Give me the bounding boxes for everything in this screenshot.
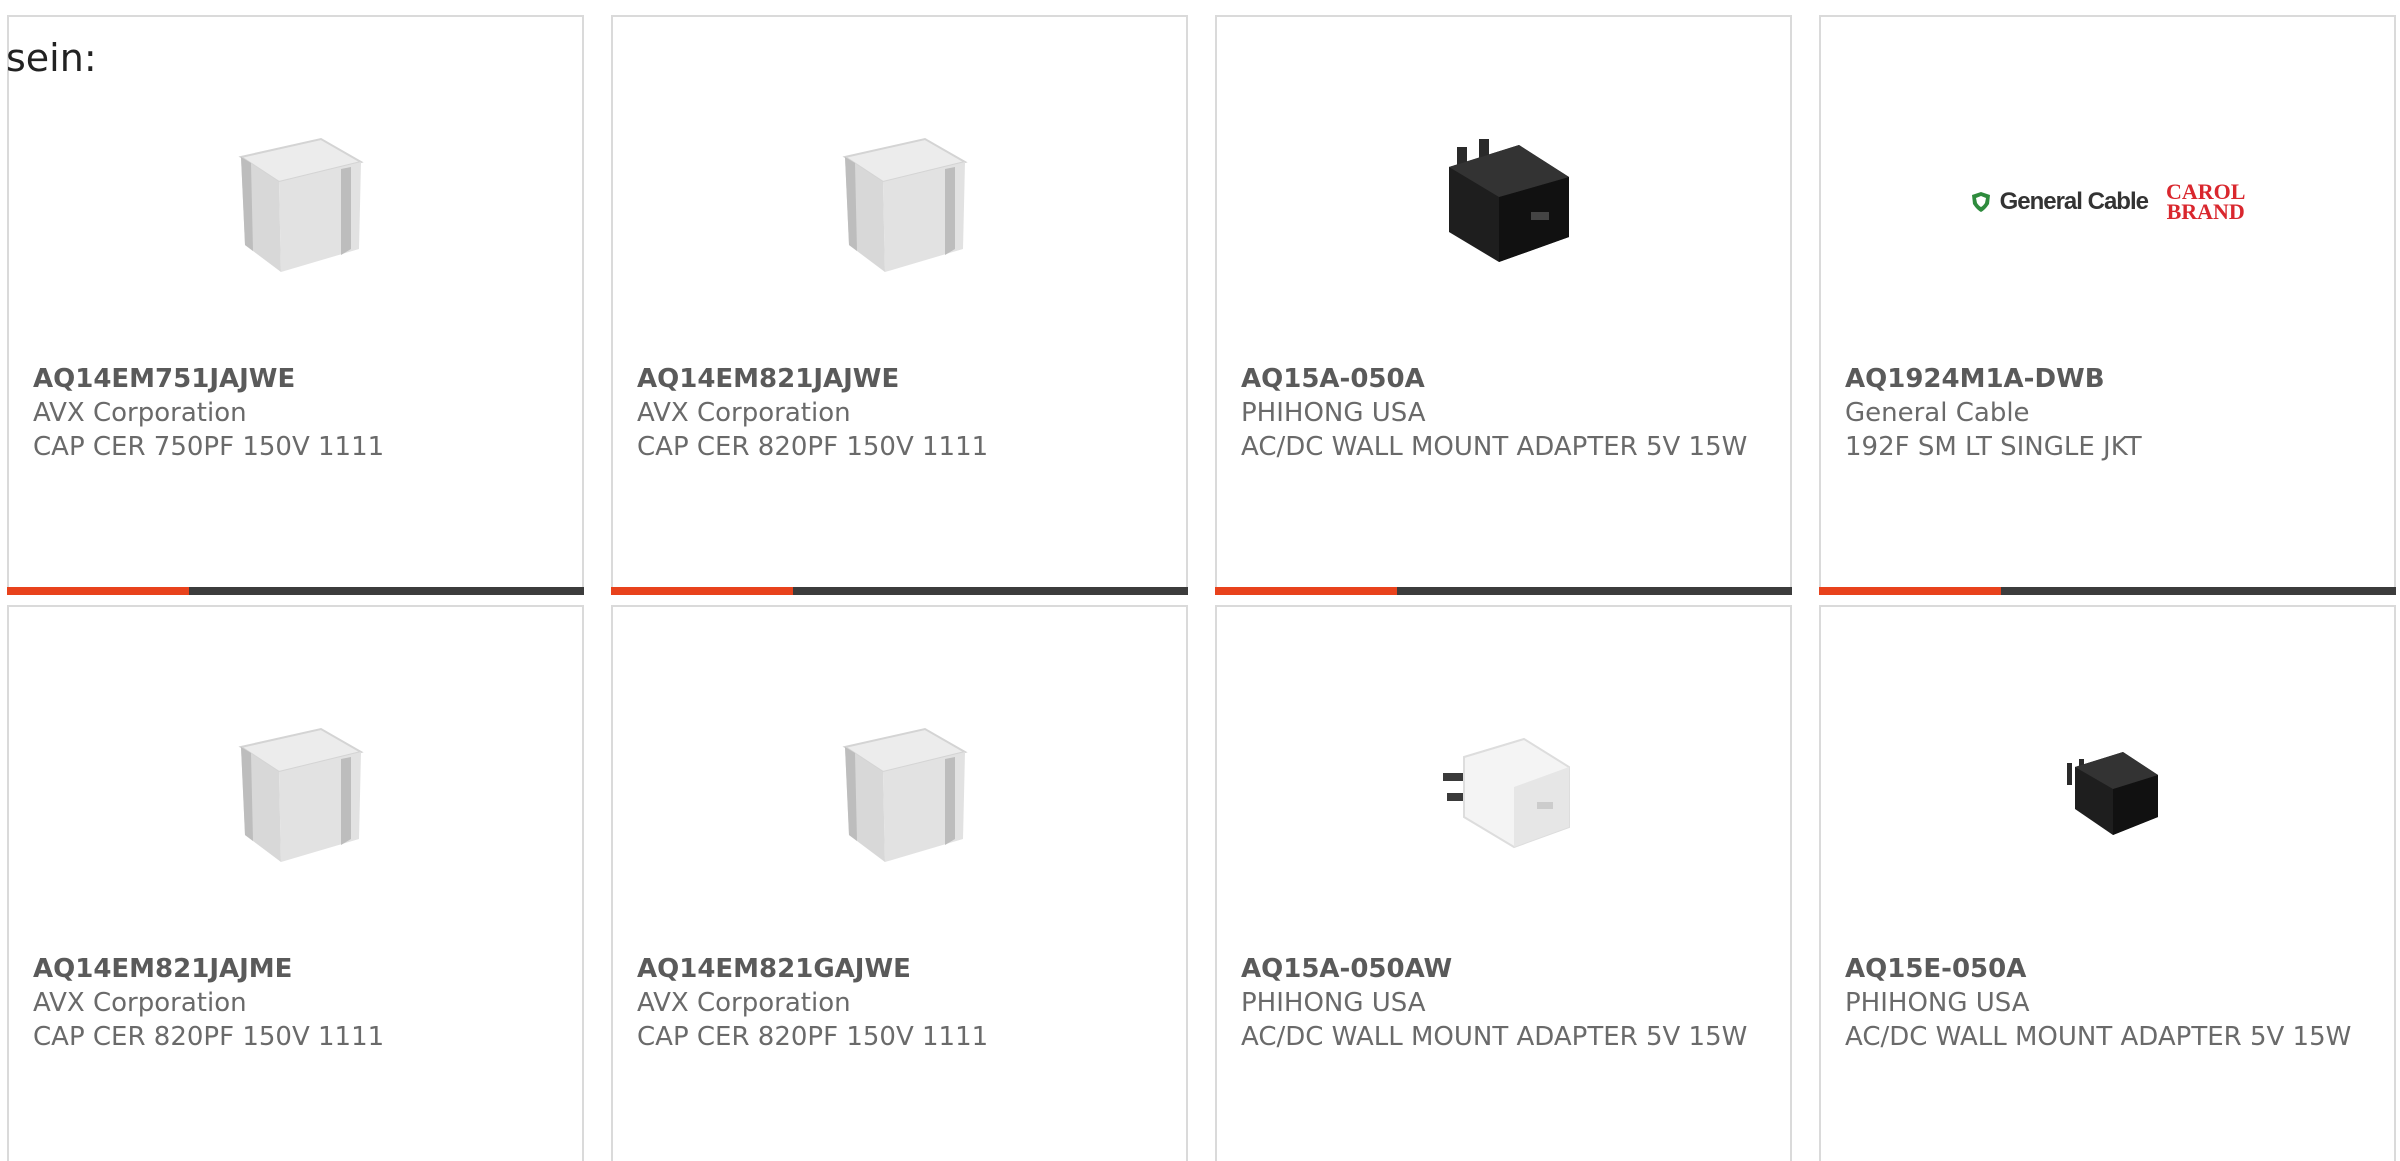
description: AC/DC WALL MOUNT ADAPTER 5V 15W bbox=[1845, 1022, 2352, 1052]
product-card[interactable]: General Cable CAROL BRAND AQ1924M1A-DWB … bbox=[1819, 15, 2396, 595]
part-number[interactable]: AQ14EM751JAJWE bbox=[33, 362, 553, 396]
ceramic-capacitor-image bbox=[9, 697, 582, 887]
description: CAP CER 820PF 150V 1111 bbox=[637, 1022, 989, 1052]
black-us-adapter-image bbox=[1217, 107, 1790, 297]
manufacturer: PHIHONG USA bbox=[1241, 398, 1426, 428]
card-bottom-bar bbox=[1819, 587, 2396, 595]
part-number[interactable]: AQ15A-050A bbox=[1241, 362, 1761, 396]
card-bottom-accent bbox=[1215, 587, 1397, 595]
part-number[interactable]: AQ15A-050AW bbox=[1241, 952, 1761, 986]
manufacturer: AVX Corporation bbox=[33, 398, 247, 428]
manufacturer: PHIHONG USA bbox=[1845, 988, 2030, 1018]
description: 192F SM LT SINGLE JKT bbox=[1845, 432, 2142, 462]
part-number[interactable]: AQ15E-050A bbox=[1845, 952, 2365, 986]
manufacturer: AVX Corporation bbox=[637, 988, 851, 1018]
part-number[interactable]: AQ14EM821GAJWE bbox=[637, 952, 1157, 986]
ceramic-capacitor-image bbox=[613, 697, 1186, 887]
manufacturer: AVX Corporation bbox=[33, 988, 247, 1018]
shield-icon bbox=[1971, 192, 1990, 212]
product-card[interactable]: AQ14EM821JAJME AVX Corporation CAP CER 8… bbox=[7, 605, 584, 1161]
card-bottom-accent bbox=[7, 587, 189, 595]
product-grid: AQ14EM751JAJWE AVX Corporation CAP CER 7… bbox=[0, 0, 2400, 1161]
product-card[interactable]: AQ15A-050A PHIHONG USA AC/DC WALL MOUNT … bbox=[1215, 15, 1792, 595]
card-bottom-bar bbox=[1215, 587, 1792, 595]
card-bottom-accent bbox=[611, 587, 793, 595]
black-eu-adapter-image bbox=[1821, 697, 2394, 887]
page: sein: AQ14EM751JAJWE AVX Corporation CAP… bbox=[0, 0, 2400, 1161]
product-card[interactable]: AQ15A-050AW PHIHONG USA AC/DC WALL MOUNT… bbox=[1215, 605, 1792, 1161]
product-card[interactable]: AQ15E-050A PHIHONG USA AC/DC WALL MOUNT … bbox=[1819, 605, 2396, 1161]
card-bottom-bar bbox=[7, 587, 584, 595]
description: AC/DC WALL MOUNT ADAPTER 5V 15W bbox=[1241, 1022, 1748, 1052]
product-info: AQ14EM821GAJWE AVX Corporation CAP CER 8… bbox=[637, 952, 1157, 1054]
product-info: AQ15E-050A PHIHONG USA AC/DC WALL MOUNT … bbox=[1845, 952, 2365, 1054]
manufacturer: PHIHONG USA bbox=[1241, 988, 1426, 1018]
ceramic-capacitor-image bbox=[9, 107, 582, 297]
description: AC/DC WALL MOUNT ADAPTER 5V 15W bbox=[1241, 432, 1748, 462]
part-number[interactable]: AQ14EM821JAJME bbox=[33, 952, 553, 986]
lead-text: sein: bbox=[6, 36, 97, 80]
product-info: AQ14EM821JAJWE AVX Corporation CAP CER 8… bbox=[637, 362, 1157, 464]
product-info: AQ15A-050AW PHIHONG USA AC/DC WALL MOUNT… bbox=[1241, 952, 1761, 1054]
card-bottom-accent bbox=[1819, 587, 2001, 595]
part-number[interactable]: AQ14EM821JAJWE bbox=[637, 362, 1157, 396]
product-info: AQ1924M1A-DWB General Cable 192F SM LT S… bbox=[1845, 362, 2365, 464]
description: CAP CER 820PF 150V 1111 bbox=[637, 432, 989, 462]
general-cable-logo: General Cable CAROL BRAND bbox=[1821, 107, 2394, 297]
product-info: AQ14EM751JAJWE AVX Corporation CAP CER 7… bbox=[33, 362, 553, 464]
card-bottom-bar bbox=[611, 587, 1188, 595]
description: CAP CER 750PF 150V 1111 bbox=[33, 432, 385, 462]
manufacturer: AVX Corporation bbox=[637, 398, 851, 428]
product-card[interactable]: AQ14EM821GAJWE AVX Corporation CAP CER 8… bbox=[611, 605, 1188, 1161]
product-info: AQ15A-050A PHIHONG USA AC/DC WALL MOUNT … bbox=[1241, 362, 1761, 464]
white-us-adapter-image bbox=[1217, 697, 1790, 887]
product-card[interactable]: AQ14EM751JAJWE AVX Corporation CAP CER 7… bbox=[7, 15, 584, 595]
description: CAP CER 820PF 150V 1111 bbox=[33, 1022, 385, 1052]
product-card[interactable]: AQ14EM821JAJWE AVX Corporation CAP CER 8… bbox=[611, 15, 1188, 595]
general-cable-brand: General Cable bbox=[1970, 188, 2149, 216]
part-number[interactable]: AQ1924M1A-DWB bbox=[1845, 362, 2365, 396]
manufacturer: General Cable bbox=[1845, 398, 2030, 428]
ceramic-capacitor-image bbox=[613, 107, 1186, 297]
product-info: AQ14EM821JAJME AVX Corporation CAP CER 8… bbox=[33, 952, 553, 1054]
carol-brand-logo: CAROL BRAND bbox=[2165, 179, 2246, 224]
